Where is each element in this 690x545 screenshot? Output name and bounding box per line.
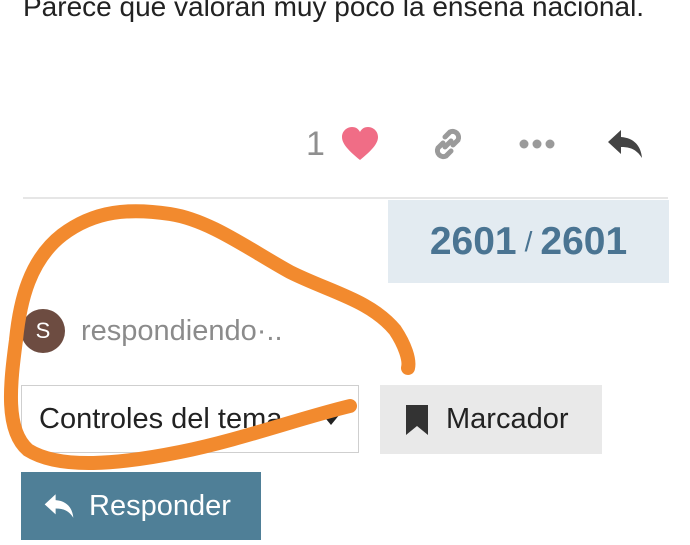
progress-separator: / bbox=[524, 225, 533, 257]
post-text: Parece que valoran muy poco la enseña na… bbox=[23, 0, 645, 22]
replying-text: respondiendo·.. bbox=[81, 314, 283, 347]
topic-controls-label: Controles del tema bbox=[39, 402, 283, 435]
topic-progress[interactable]: 2601 / 2601 bbox=[388, 200, 669, 283]
bookmark-icon bbox=[406, 404, 428, 435]
progress-total: 2601 bbox=[540, 219, 628, 263]
divider bbox=[23, 197, 668, 199]
caret-down-icon bbox=[322, 414, 340, 425]
replying-indicator: S respondiendo·.. bbox=[21, 309, 283, 353]
reply-icon bbox=[44, 494, 74, 518]
avatar[interactable]: S bbox=[21, 309, 65, 353]
progress-current: 2601 bbox=[429, 219, 517, 263]
heart-icon[interactable] bbox=[340, 124, 380, 164]
link-icon[interactable] bbox=[428, 124, 468, 164]
reply-button[interactable]: Responder bbox=[21, 472, 261, 540]
reply-arrow-icon[interactable] bbox=[604, 124, 646, 164]
post-actions: 1 bbox=[0, 118, 690, 172]
bookmark-label: Marcador bbox=[446, 403, 569, 435]
like-count[interactable]: 1 bbox=[306, 122, 325, 166]
more-icon[interactable] bbox=[517, 128, 557, 160]
bookmark-button[interactable]: Marcador bbox=[380, 385, 602, 454]
reply-label: Responder bbox=[89, 489, 231, 522]
topic-controls-dropdown[interactable]: Controles del tema bbox=[21, 385, 359, 453]
